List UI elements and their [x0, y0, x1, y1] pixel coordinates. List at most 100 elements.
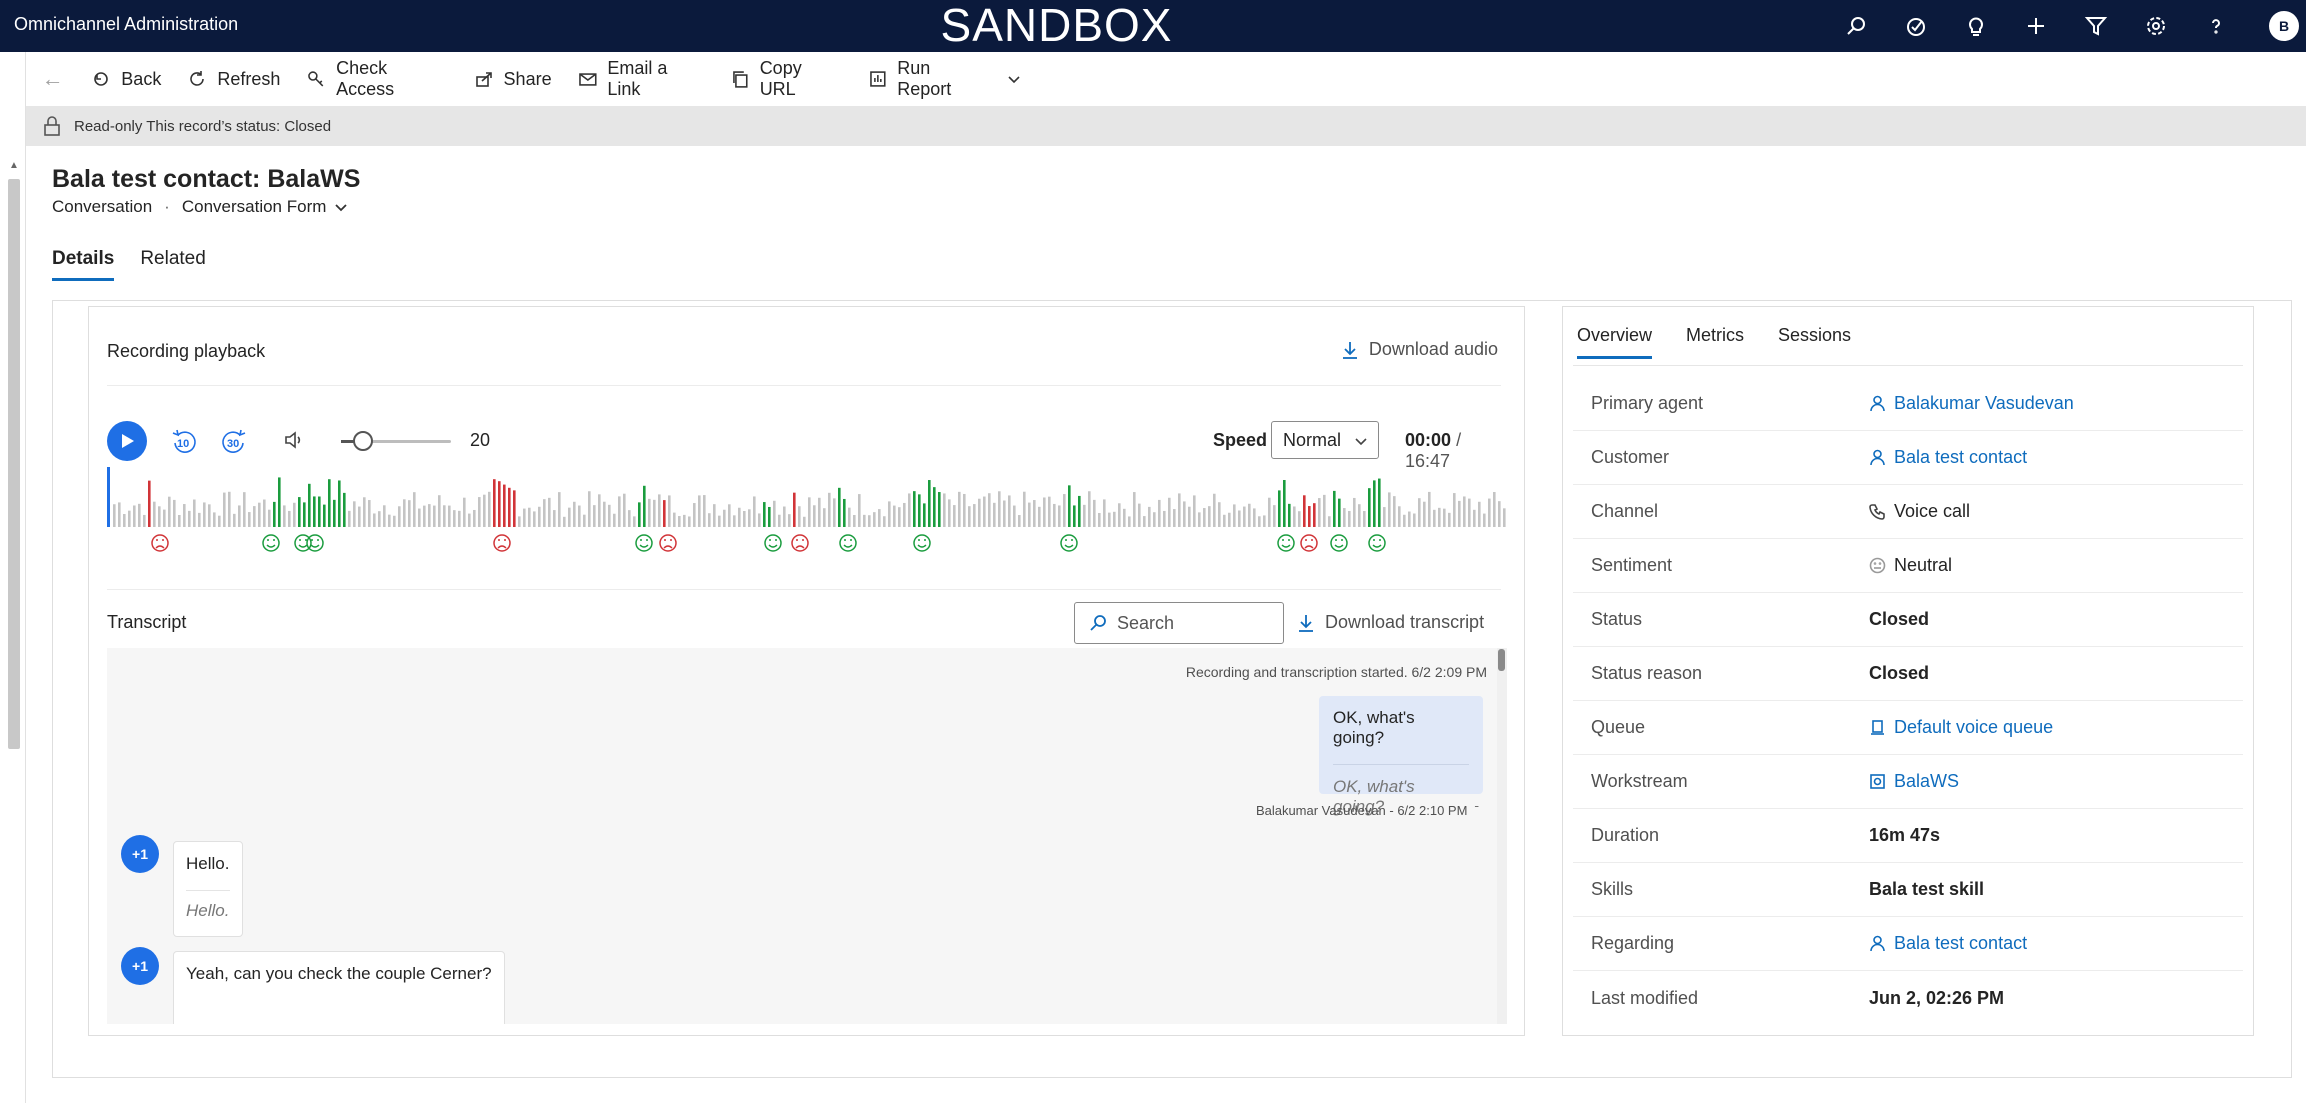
volume-thumb[interactable]: [353, 431, 373, 451]
tab-related[interactable]: Related: [140, 248, 206, 281]
primary-agent-link[interactable]: Balakumar Vasudevan: [1869, 393, 2074, 414]
user-avatar[interactable]: B: [2246, 0, 2306, 52]
refresh-icon: [190, 71, 205, 86]
waveform-bar: [1103, 499, 1106, 527]
task-icon[interactable]: [1886, 0, 1946, 52]
search-icon[interactable]: [1826, 0, 1886, 52]
waveform-bar: [618, 496, 621, 527]
waveform-bar: [183, 504, 186, 527]
queue-link[interactable]: Default voice queue: [1869, 717, 2053, 738]
positive-sentiment-icon[interactable]: [306, 534, 324, 552]
negative-sentiment-icon[interactable]: [791, 534, 809, 552]
waveform-bar: [908, 493, 911, 527]
waveform-bar: [1468, 498, 1471, 527]
refresh-button[interactable]: Refresh: [175, 52, 294, 106]
waveform-bar: [1418, 498, 1421, 527]
waveform-bar: [1293, 506, 1296, 527]
scroll-up-icon[interactable]: ▲: [9, 160, 19, 171]
waveform-bar: [553, 510, 556, 527]
skip-forward-button[interactable]: 30: [219, 427, 249, 457]
left-scrollbar[interactable]: [8, 179, 20, 749]
waveform-bar: [613, 513, 616, 527]
customer-message-bubble[interactable]: Yeah, can you check the couple Cerner?: [173, 951, 505, 1024]
skip-back-button[interactable]: 10: [169, 427, 199, 457]
waveform-bar: [1333, 490, 1336, 527]
status-reason-value: Closed: [1869, 663, 1930, 683]
tab-overview[interactable]: Overview: [1577, 325, 1653, 359]
form-selector[interactable]: Conversation Form: [182, 197, 327, 217]
positive-sentiment-icon[interactable]: [1368, 534, 1386, 552]
waveform-bar: [1263, 515, 1266, 527]
positive-sentiment-icon[interactable]: [1060, 534, 1078, 552]
waveform-bar: [1248, 503, 1251, 527]
gear-icon[interactable]: [2126, 0, 2186, 52]
playback-controls: 10 30 20 Speed Normal 00:00 / 16:47: [107, 421, 1507, 471]
sentiment-waveform[interactable]: [107, 467, 1507, 585]
customer-message-bubble[interactable]: Hello. Hello.: [173, 841, 243, 937]
tab-sessions[interactable]: Sessions: [1778, 325, 1851, 359]
transcript-search-input[interactable]: Search: [1074, 602, 1284, 644]
waveform-bar: [1498, 501, 1501, 527]
filter-icon[interactable]: [2066, 0, 2126, 52]
workstream-link[interactable]: BalaWS: [1869, 771, 1959, 792]
play-button[interactable]: [107, 421, 147, 461]
run-report-button[interactable]: Run Report: [856, 52, 1002, 106]
download-icon: [1299, 614, 1313, 632]
waveform-bar: [723, 509, 726, 527]
plus-icon[interactable]: [2006, 0, 2066, 52]
tab-metrics[interactable]: Metrics: [1686, 325, 1744, 359]
check-access-button[interactable]: Check Access: [294, 52, 461, 106]
share-button[interactable]: Share: [462, 52, 566, 106]
waveform-bar: [1138, 503, 1141, 527]
key-icon: [308, 71, 324, 87]
back-button[interactable]: Back: [79, 52, 175, 106]
download-audio-button[interactable]: Download audio: [1341, 339, 1498, 360]
positive-sentiment-icon[interactable]: [839, 534, 857, 552]
positive-sentiment-icon[interactable]: [913, 534, 931, 552]
waveform-bar: [118, 502, 121, 527]
waveform-bar: [1198, 512, 1201, 527]
volume-icon[interactable]: [283, 429, 305, 456]
negative-sentiment-icon[interactable]: [659, 534, 677, 552]
waveform-bar: [1053, 503, 1056, 527]
chevron-down-icon[interactable]: [334, 200, 348, 214]
transcript-scrollbar[interactable]: [1497, 648, 1507, 1024]
tab-details[interactable]: Details: [52, 248, 115, 281]
waveform-bar: [1448, 512, 1451, 527]
waveform-bar: [348, 510, 351, 527]
field-label: Skills: [1591, 879, 1634, 899]
lightbulb-icon[interactable]: [1946, 0, 2006, 52]
run-report-dropdown[interactable]: [1002, 52, 1036, 106]
readonly-text: Read-only This record’s status: Closed: [74, 117, 332, 135]
positive-sentiment-icon[interactable]: [1277, 534, 1295, 552]
customer-link[interactable]: Bala test contact: [1869, 447, 2027, 468]
waveform-bar: [1408, 511, 1411, 527]
waveform-bar: [688, 516, 691, 527]
waveform-bar: [1343, 508, 1346, 527]
negative-sentiment-icon[interactable]: [493, 534, 511, 552]
positive-sentiment-icon[interactable]: [764, 534, 782, 552]
scroll-thumb[interactable]: [1498, 649, 1505, 671]
copy-url-button[interactable]: Copy URL: [718, 52, 856, 106]
negative-sentiment-icon[interactable]: [1300, 534, 1318, 552]
negative-sentiment-icon[interactable]: [151, 534, 169, 552]
waveform-bar: [548, 497, 551, 527]
email-icon: [578, 73, 597, 86]
transcript-panel[interactable]: Recording and transcription started. 6/2…: [107, 648, 1507, 1024]
positive-sentiment-icon[interactable]: [262, 534, 280, 552]
agent-message-bubble[interactable]: OK, what's going? OK, what's going?: [1319, 696, 1483, 816]
waveform-bar: [1088, 491, 1091, 527]
nav-back-arrow-icon[interactable]: ←: [26, 66, 79, 92]
playhead[interactable]: [107, 467, 110, 527]
regarding-link[interactable]: Bala test contact: [1869, 933, 2027, 954]
positive-sentiment-icon[interactable]: [635, 534, 653, 552]
positive-sentiment-icon[interactable]: [1330, 534, 1348, 552]
help-icon[interactable]: [2186, 0, 2246, 52]
speed-select[interactable]: Normal: [1271, 421, 1379, 459]
download-transcript-button[interactable]: Download transcript: [1297, 612, 1484, 633]
waveform-bar: [763, 502, 766, 527]
waveform-bar: [1013, 505, 1016, 527]
waveform-bar: [243, 492, 246, 527]
volume-slider[interactable]: [341, 431, 451, 451]
email-link-button[interactable]: Email a Link: [566, 52, 718, 106]
